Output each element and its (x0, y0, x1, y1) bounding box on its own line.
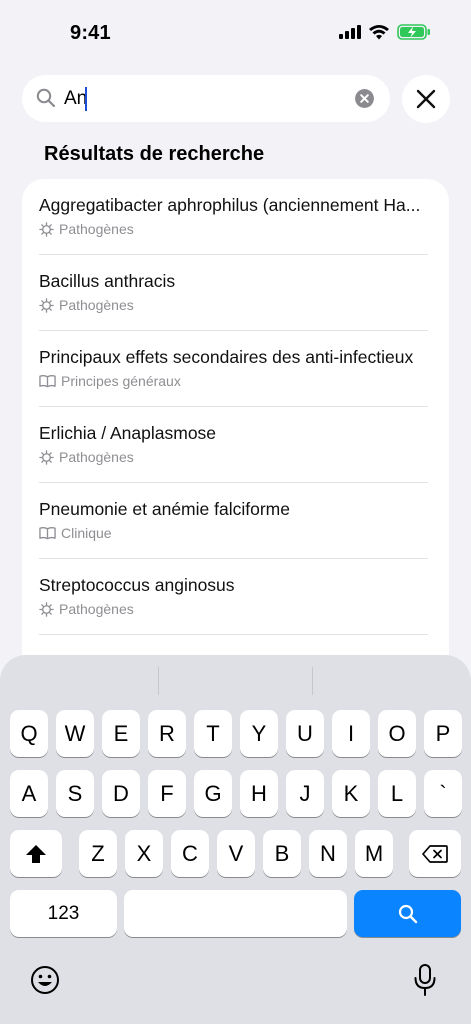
search-result-item[interactable]: Erlichia / Anaplasmose Pathogènes (39, 407, 439, 483)
delete-key[interactable] (409, 830, 461, 877)
result-title: Erlichia / Anaplasmose (39, 423, 217, 443)
emoji-icon (31, 966, 59, 994)
key-m[interactable]: M (355, 830, 393, 877)
key-d[interactable]: D (102, 770, 140, 817)
key-u[interactable]: U (286, 710, 324, 757)
search-result-item[interactable]: Streptococcus anginosus Pathogènes (39, 559, 439, 635)
microphone-icon (414, 964, 436, 996)
key-s[interactable]: S (56, 770, 94, 817)
book-icon (39, 527, 56, 540)
dictation-button[interactable] (413, 964, 439, 998)
close-icon (416, 89, 436, 109)
result-category: Pathogènes (39, 221, 134, 237)
emoji-button[interactable] (30, 965, 62, 997)
result-title: Aggregatibacter aphrophilus (anciennemen… (39, 195, 421, 215)
status-icons (339, 24, 431, 40)
search-result-item[interactable]: Bacillus anthracis Pathogènes (39, 255, 439, 331)
key-z[interactable]: Z (79, 830, 117, 877)
key-o[interactable]: O (378, 710, 416, 757)
status-bar: 9:41 (0, 0, 471, 64)
result-category-label: Clinique (61, 525, 112, 541)
key-v[interactable]: V (217, 830, 255, 877)
shift-icon (26, 844, 46, 863)
suggestion-divider (158, 667, 159, 695)
space-key[interactable] (124, 890, 347, 937)
key-e[interactable]: E (102, 710, 140, 757)
key-b[interactable]: B (263, 830, 301, 877)
result-category: Pathogènes (39, 297, 134, 313)
numbers-key[interactable]: 123 (10, 890, 117, 937)
text-caret (85, 87, 87, 111)
wifi-icon (369, 24, 389, 39)
bacteria-icon (39, 221, 54, 237)
key-t[interactable]: T (194, 710, 232, 757)
key-w[interactable]: W (56, 710, 94, 757)
key-q[interactable]: Q (10, 710, 48, 757)
on-screen-keyboard: Q W E R T Y U I O P A S D F G H J K L ` … (0, 655, 471, 1024)
result-title: Streptococcus anginosus (39, 575, 235, 595)
search-key[interactable] (354, 890, 461, 937)
result-title: Bacillus anthracis (39, 271, 176, 291)
cellular-signal-icon (339, 25, 361, 39)
result-title: Pneumonie et anémie falciforme (39, 499, 290, 519)
key-l[interactable]: L (378, 770, 416, 817)
search-results-list: Aggregatibacter aphrophilus (anciennemen… (22, 179, 449, 699)
shift-key[interactable] (10, 830, 62, 877)
clear-search-icon[interactable] (355, 89, 374, 108)
key-y[interactable]: Y (240, 710, 278, 757)
result-category: Pathogènes (39, 601, 134, 617)
key-c[interactable]: C (171, 830, 209, 877)
search-icon (36, 88, 56, 108)
key-r[interactable]: R (148, 710, 186, 757)
result-category: Clinique (39, 525, 112, 541)
close-search-button[interactable] (402, 75, 450, 123)
search-result-item[interactable]: Pneumonie et anémie falciforme Clinique (39, 483, 439, 559)
key-a[interactable]: A (10, 770, 48, 817)
status-time: 9:41 (70, 22, 111, 44)
key-p[interactable]: P (424, 710, 462, 757)
result-title: Principaux effets secondaires des anti-i… (39, 347, 414, 367)
key-h[interactable]: H (240, 770, 278, 817)
search-input[interactable] (64, 83, 354, 114)
result-category-label: Pathogènes (59, 449, 134, 465)
section-title: Résultats de recherche (44, 143, 265, 165)
result-category-label: Pathogènes (59, 601, 134, 617)
key-f[interactable]: F (148, 770, 186, 817)
key-x[interactable]: X (125, 830, 163, 877)
key-backtick[interactable]: ` (424, 770, 462, 817)
result-category-label: Pathogènes (59, 297, 134, 313)
key-j[interactable]: J (286, 770, 324, 817)
result-category-label: Pathogènes (59, 221, 134, 237)
bacteria-icon (39, 601, 54, 617)
book-icon (39, 375, 56, 388)
result-category: Pathogènes (39, 449, 134, 465)
search-icon (398, 904, 417, 923)
bacteria-icon (39, 449, 54, 465)
bacteria-icon (39, 297, 54, 313)
result-category-label: Principes généraux (61, 373, 181, 389)
key-n[interactable]: N (309, 830, 347, 877)
divider (39, 634, 428, 635)
battery-charging-icon (397, 24, 430, 40)
result-category: Principes généraux (39, 373, 181, 389)
key-k[interactable]: K (332, 770, 370, 817)
search-bar[interactable] (22, 75, 390, 122)
search-result-item[interactable]: Aggregatibacter aphrophilus (anciennemen… (39, 179, 439, 255)
backspace-icon (422, 844, 448, 863)
key-i[interactable]: I (332, 710, 370, 757)
search-result-item[interactable]: Principaux effets secondaires des anti-i… (39, 331, 439, 407)
suggestion-divider (312, 667, 313, 695)
key-g[interactable]: G (194, 770, 232, 817)
